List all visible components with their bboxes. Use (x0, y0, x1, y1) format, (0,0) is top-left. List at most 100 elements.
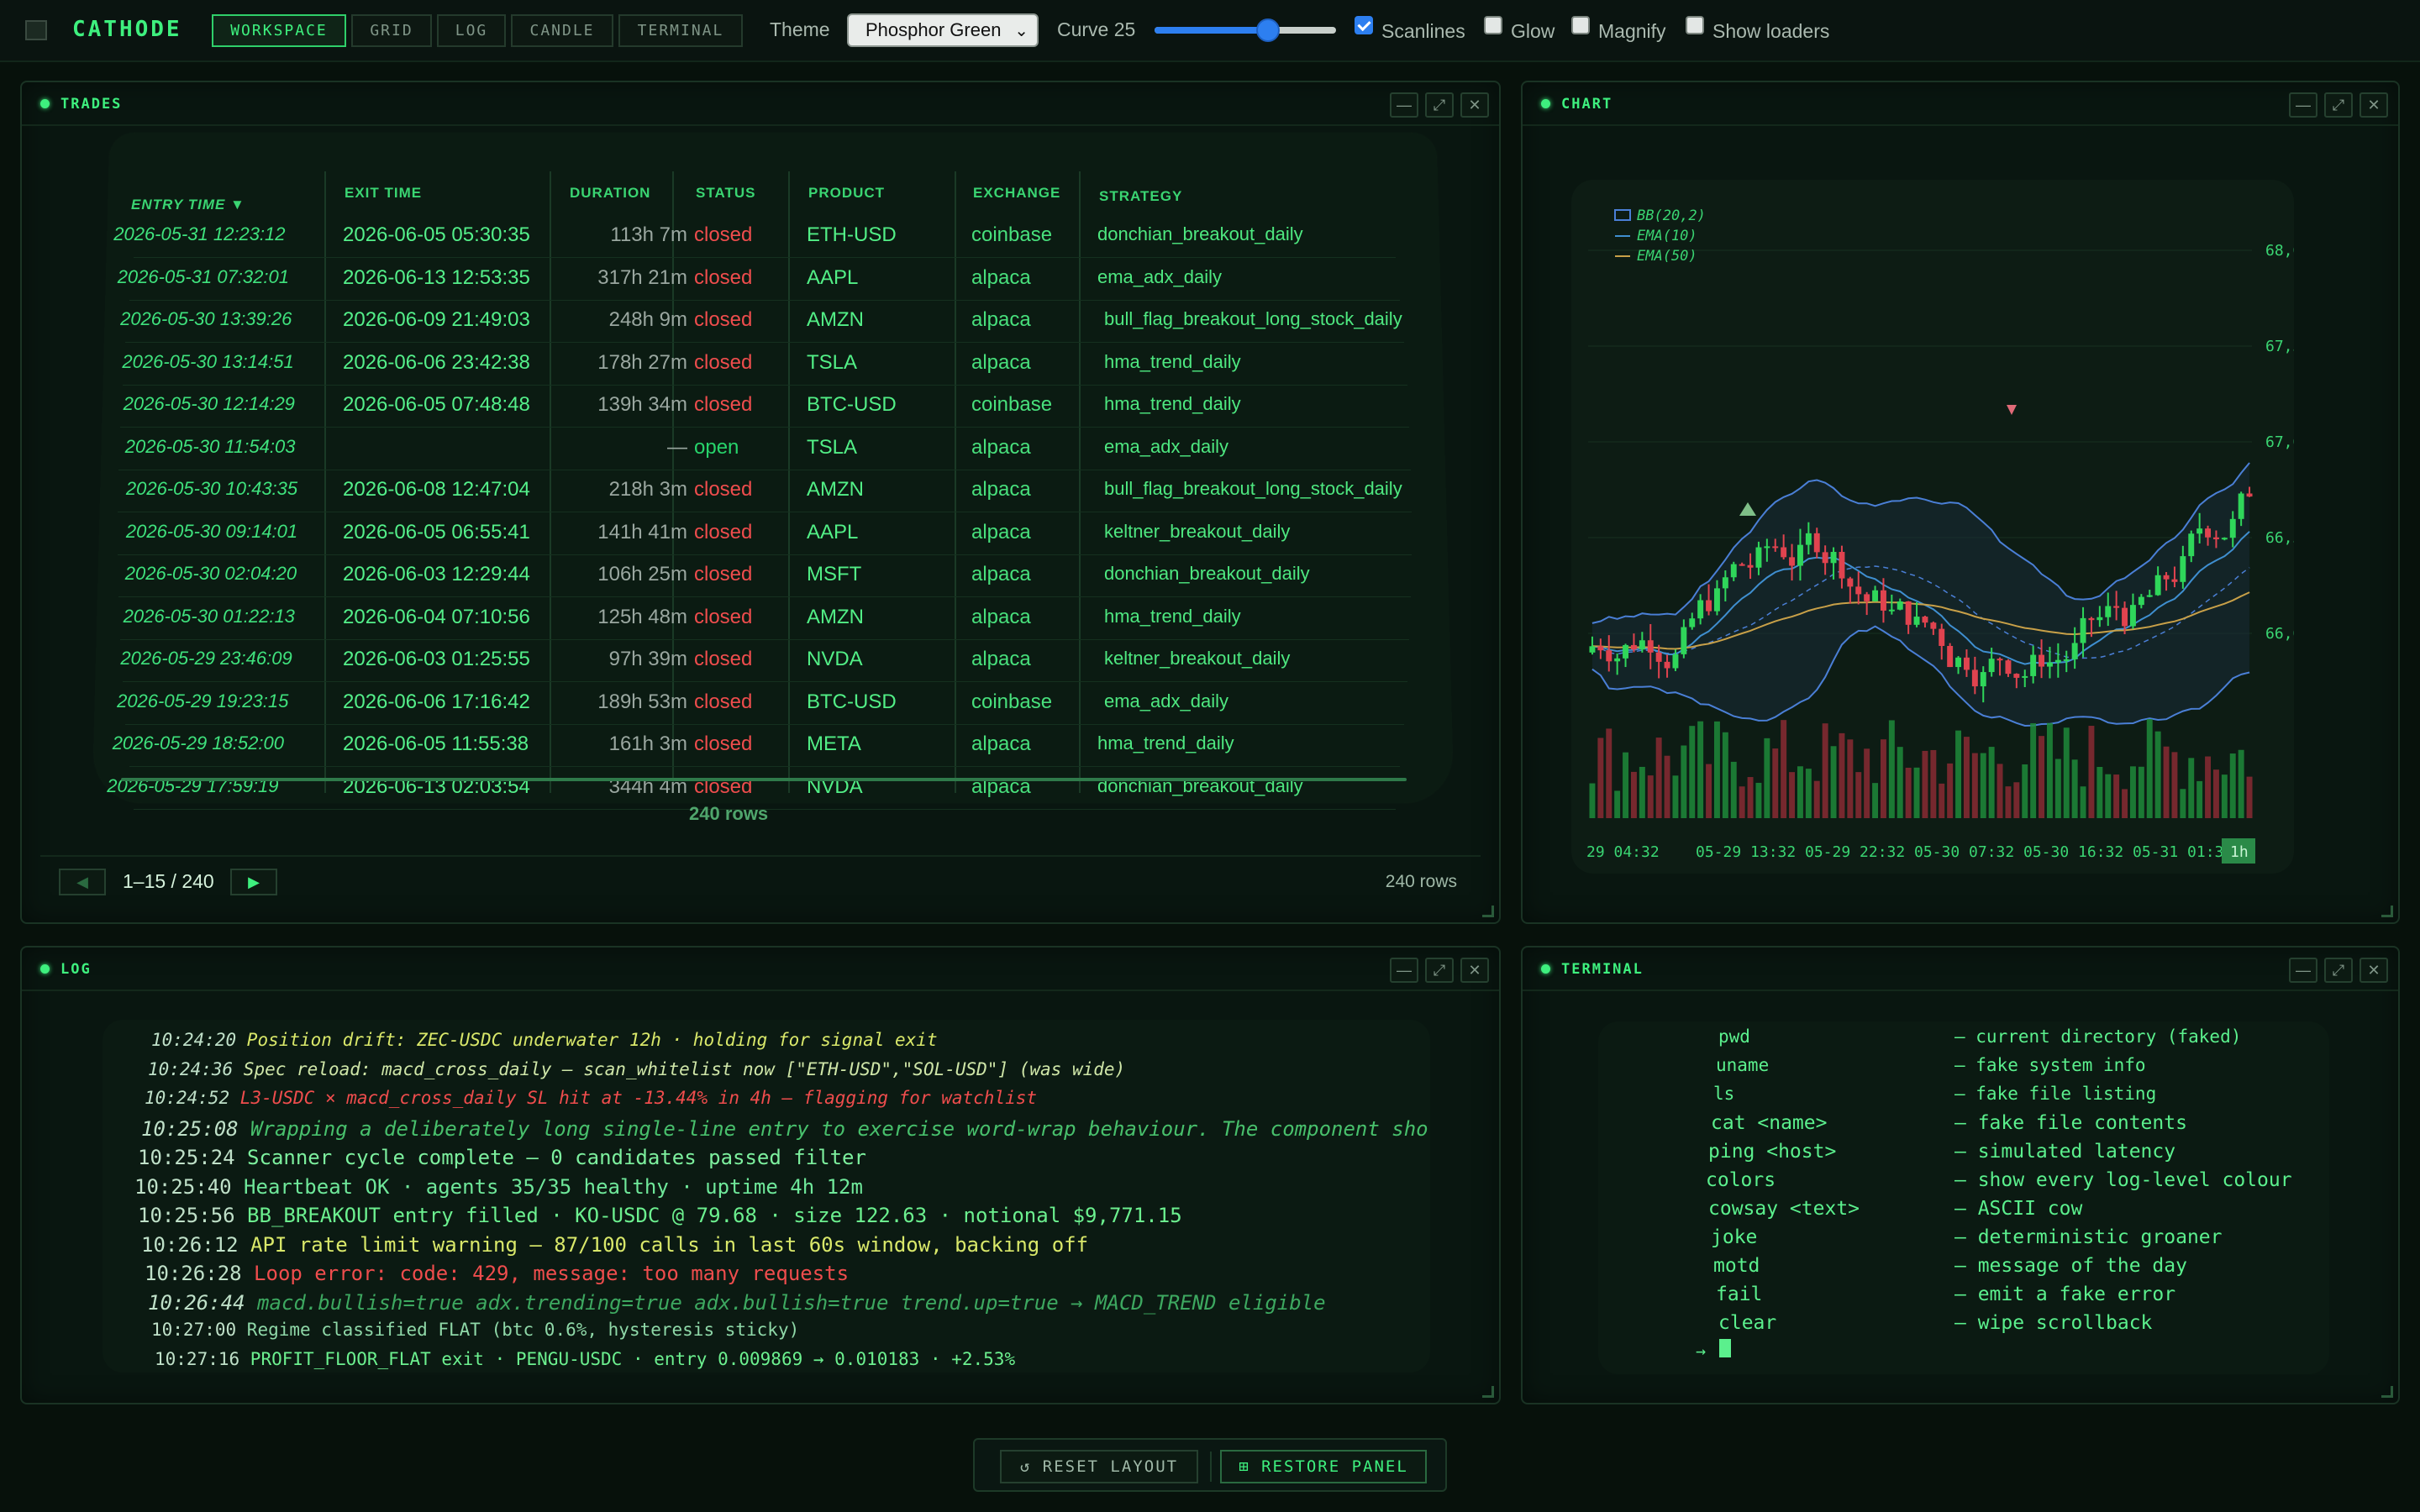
volume-bar (2122, 789, 2128, 818)
resize-handle-icon[interactable] (1482, 1386, 1494, 1398)
column-header[interactable]: EXIT TIME (345, 185, 422, 202)
terminal-command: ls (1713, 1084, 1735, 1104)
log-entry: 10:24:36 Spec reload: macd_cross_daily —… (148, 1059, 1125, 1079)
candle-body (1805, 533, 1812, 545)
minimize-icon[interactable]: — (1390, 958, 1418, 983)
chart-panel-header[interactable]: CHART — ⤢ ✕ (1523, 82, 2398, 126)
interval-label: 1h (2230, 843, 2249, 861)
tab-terminal[interactable]: TERMINAL (618, 14, 743, 47)
candle-body (2246, 493, 2253, 497)
restore-panel-button[interactable]: ⊞ RESTORE PANEL (1220, 1450, 1427, 1483)
column-header[interactable]: STATUS (696, 185, 755, 202)
log-panel-title: LOG (60, 961, 92, 978)
x-tick-label: 05-29 13:32 (1696, 843, 1796, 861)
resize-handle-icon[interactable] (2381, 1386, 2393, 1398)
table-cell: alpaca (971, 265, 1031, 289)
x-tick-label: 05-30 07:32 (1914, 843, 2014, 861)
curve-label: Curve 25 (1057, 18, 1136, 40)
glow-checkbox[interactable] (1484, 16, 1502, 34)
close-icon[interactable]: ✕ (2360, 92, 2388, 118)
table-cell: closed (694, 265, 753, 289)
column-header[interactable]: EXCHANGE (973, 185, 1060, 202)
row-divider (133, 257, 1397, 258)
tab-grid[interactable]: GRID (351, 14, 432, 47)
tab-log[interactable]: LOG (437, 14, 506, 47)
table-cell: 113h 7m (610, 223, 687, 246)
candle-body (2005, 660, 2012, 675)
terminal-command-desc: — emit a fake error (1954, 1284, 2176, 1305)
log-entry: 10:25:56 BB_BREAKOUT entry filled · KO-U… (138, 1204, 1182, 1227)
volume-bar (2105, 774, 2112, 818)
volume-bar (1805, 769, 1812, 818)
candle-body (2122, 607, 2128, 627)
curve-slider-thumb[interactable] (1256, 18, 1280, 42)
trades-panel-header[interactable]: TRADES — ⤢ ✕ (22, 82, 1499, 126)
volume-bar (2154, 731, 2161, 818)
volume-bar (2163, 746, 2170, 818)
table-cell: alpaca (971, 732, 1031, 755)
show-loaders-checkbox[interactable] (1686, 16, 1704, 34)
volume-bar (1888, 720, 1895, 818)
volume-bar (2196, 780, 2203, 818)
x-tick-label: 29 04:32 (1586, 843, 1660, 861)
reset-layout-button[interactable]: ↺ RESET LAYOUT (1000, 1450, 1198, 1483)
column-header[interactable]: ENTRY TIME ▼ (131, 197, 245, 213)
log-panel-header[interactable]: LOG — ⤢ ✕ (22, 948, 1499, 991)
next-page-button[interactable]: ▶ (230, 869, 277, 895)
volume-bar (1697, 721, 1704, 818)
maximize-icon[interactable]: ⤢ (1425, 92, 1454, 118)
candle-body (2022, 675, 2028, 678)
close-icon[interactable]: ✕ (1460, 92, 1489, 118)
candle-body (2229, 518, 2236, 538)
volume-bar (1589, 783, 1596, 818)
candle-body (2163, 575, 2170, 580)
terminal-command: joke (1711, 1226, 1758, 1248)
scanlines-checkbox[interactable] (1355, 16, 1373, 34)
minimize-icon[interactable]: — (2289, 958, 2317, 983)
terminal-panel-header[interactable]: TERMINAL — ⤢ ✕ (1523, 948, 2398, 991)
candle-body (2171, 579, 2178, 582)
candle-body (1905, 601, 1912, 625)
column-header[interactable]: STRATEGY (1099, 188, 1182, 205)
volume-bar (1739, 786, 1745, 818)
theme-select[interactable]: Phosphor Green ⌄ (847, 13, 1039, 47)
minimize-icon[interactable]: — (1390, 92, 1418, 118)
terminal-prompt[interactable]: → (1696, 1341, 1706, 1361)
prev-page-button[interactable]: ◀ (59, 869, 106, 895)
candle-body (1947, 645, 1954, 668)
resize-handle-icon[interactable] (1482, 906, 1494, 917)
volume-bar (2238, 749, 2244, 818)
log-timestamp: 10:26:44 (148, 1290, 258, 1315)
magnify-checkbox[interactable] (1571, 16, 1590, 34)
maximize-icon[interactable]: ⤢ (2324, 958, 2353, 983)
column-header[interactable]: PRODUCT (808, 185, 885, 202)
tab-workspace[interactable]: WORKSPACE (212, 14, 346, 47)
candle-body (2046, 662, 2053, 667)
maximize-icon[interactable]: ⤢ (1425, 958, 1454, 983)
app-logo-icon (25, 20, 47, 40)
table-cell: 2026-06-03 01:25:55 (343, 648, 530, 670)
candle-body (1672, 654, 1679, 669)
close-icon[interactable]: ✕ (2360, 958, 2388, 983)
minimize-icon[interactable]: — (2289, 92, 2317, 118)
column-header[interactable]: DURATION (570, 185, 650, 202)
close-icon[interactable]: ✕ (1460, 958, 1489, 983)
maximize-icon[interactable]: ⤢ (2324, 92, 2353, 118)
candlestick-chart[interactable]: 68,000 67,500 67,000 66,500 66,000 BB(20,2) EM… (1571, 180, 2294, 874)
candle-body (1647, 640, 1654, 653)
table-cell: alpaca (971, 435, 1031, 459)
log-message: PROFIT_FLOOR_FLAT exit · PENGU-USDC · en… (250, 1348, 1016, 1369)
volume-bar (2046, 722, 2053, 818)
volume-bar (2138, 766, 2144, 818)
volume-bar (1647, 775, 1654, 818)
terminal-command-desc: — fake system info (1954, 1055, 2146, 1075)
curve-slider[interactable] (1155, 18, 1336, 42)
table-cell: MSFT (807, 563, 862, 585)
table-cell: ema_adx_daily (1104, 435, 1228, 457)
table-cell: closed (694, 563, 753, 585)
table-cell: 189h 53m (597, 690, 687, 713)
table-cell: coinbase (971, 393, 1053, 416)
resize-handle-icon[interactable] (2381, 906, 2393, 917)
tab-candle[interactable]: CANDLE (511, 14, 613, 47)
table-cell: keltner_breakout_daily (1104, 648, 1291, 669)
